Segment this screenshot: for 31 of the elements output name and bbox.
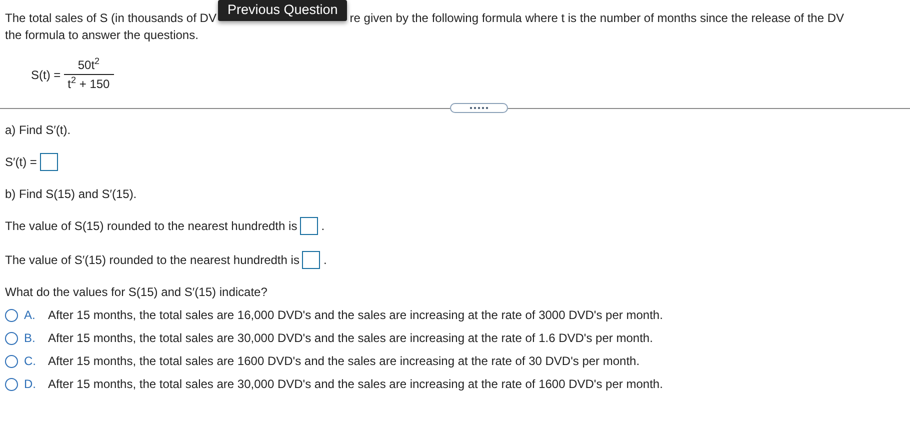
option-letter: D. xyxy=(24,377,37,391)
expand-button[interactable] xyxy=(450,103,508,113)
question-text: the formula to answer the questions. xyxy=(5,28,200,42)
radio-button[interactable] xyxy=(5,332,18,344)
question-text: b) Find S(15) and S′(15). xyxy=(5,187,137,201)
radio-button[interactable] xyxy=(5,354,18,368)
question-text: a) Find S′(t). xyxy=(5,123,71,137)
answer-label: The value of S′(15) rounded to the nearest hundredth is xyxy=(5,253,300,267)
option-letter: C. xyxy=(24,354,37,368)
option-letter: A. xyxy=(24,308,36,322)
option-text: After 15 months, the total sales are 30,000 DVD's and the sales are increasing at the rate of 1600 DVD's per month. xyxy=(48,377,663,391)
option-letter: B. xyxy=(24,331,36,345)
question-text: The total sales of S (in thousands of DV xyxy=(5,10,216,25)
denominator: t$^{2}$ + 150 xyxy=(64,74,114,91)
option-text: After 15 months, the total sales are 30,000 DVD's and the sales are increasing at the rate of 1.6 DVD's per month. xyxy=(48,331,653,345)
numerator: 50t$^{2}$ xyxy=(76,58,101,74)
answer-box[interactable] xyxy=(40,153,58,171)
option-text: After 15 months, the total sales are 16,000 DVD's and the sales are increasing at the rate of 3000 DVD's per month. xyxy=(48,308,663,322)
answer-label: S′(t) = xyxy=(5,155,37,169)
punctuation: . xyxy=(323,253,327,267)
answer-box[interactable] xyxy=(302,251,320,269)
punctuation: . xyxy=(321,219,325,233)
radio-button[interactable] xyxy=(5,378,18,390)
formula-label: S(t) = xyxy=(31,68,61,82)
question-text: What do the values for S(15) and S′(15) indicate? xyxy=(5,285,268,299)
tooltip: Previous Question xyxy=(218,0,347,21)
radio-button[interactable] xyxy=(5,308,18,322)
question-text: re given by the following formula where t is the number of months since the release of the DV xyxy=(350,10,844,25)
answer-box[interactable] xyxy=(300,217,318,235)
option-text: After 15 months, the total sales are 1600 DVD's and the sales are increasing at the rate of 30 DVD's per month. xyxy=(48,354,640,368)
answer-label: The value of S(15) rounded to the nearest hundredth is xyxy=(5,219,298,233)
